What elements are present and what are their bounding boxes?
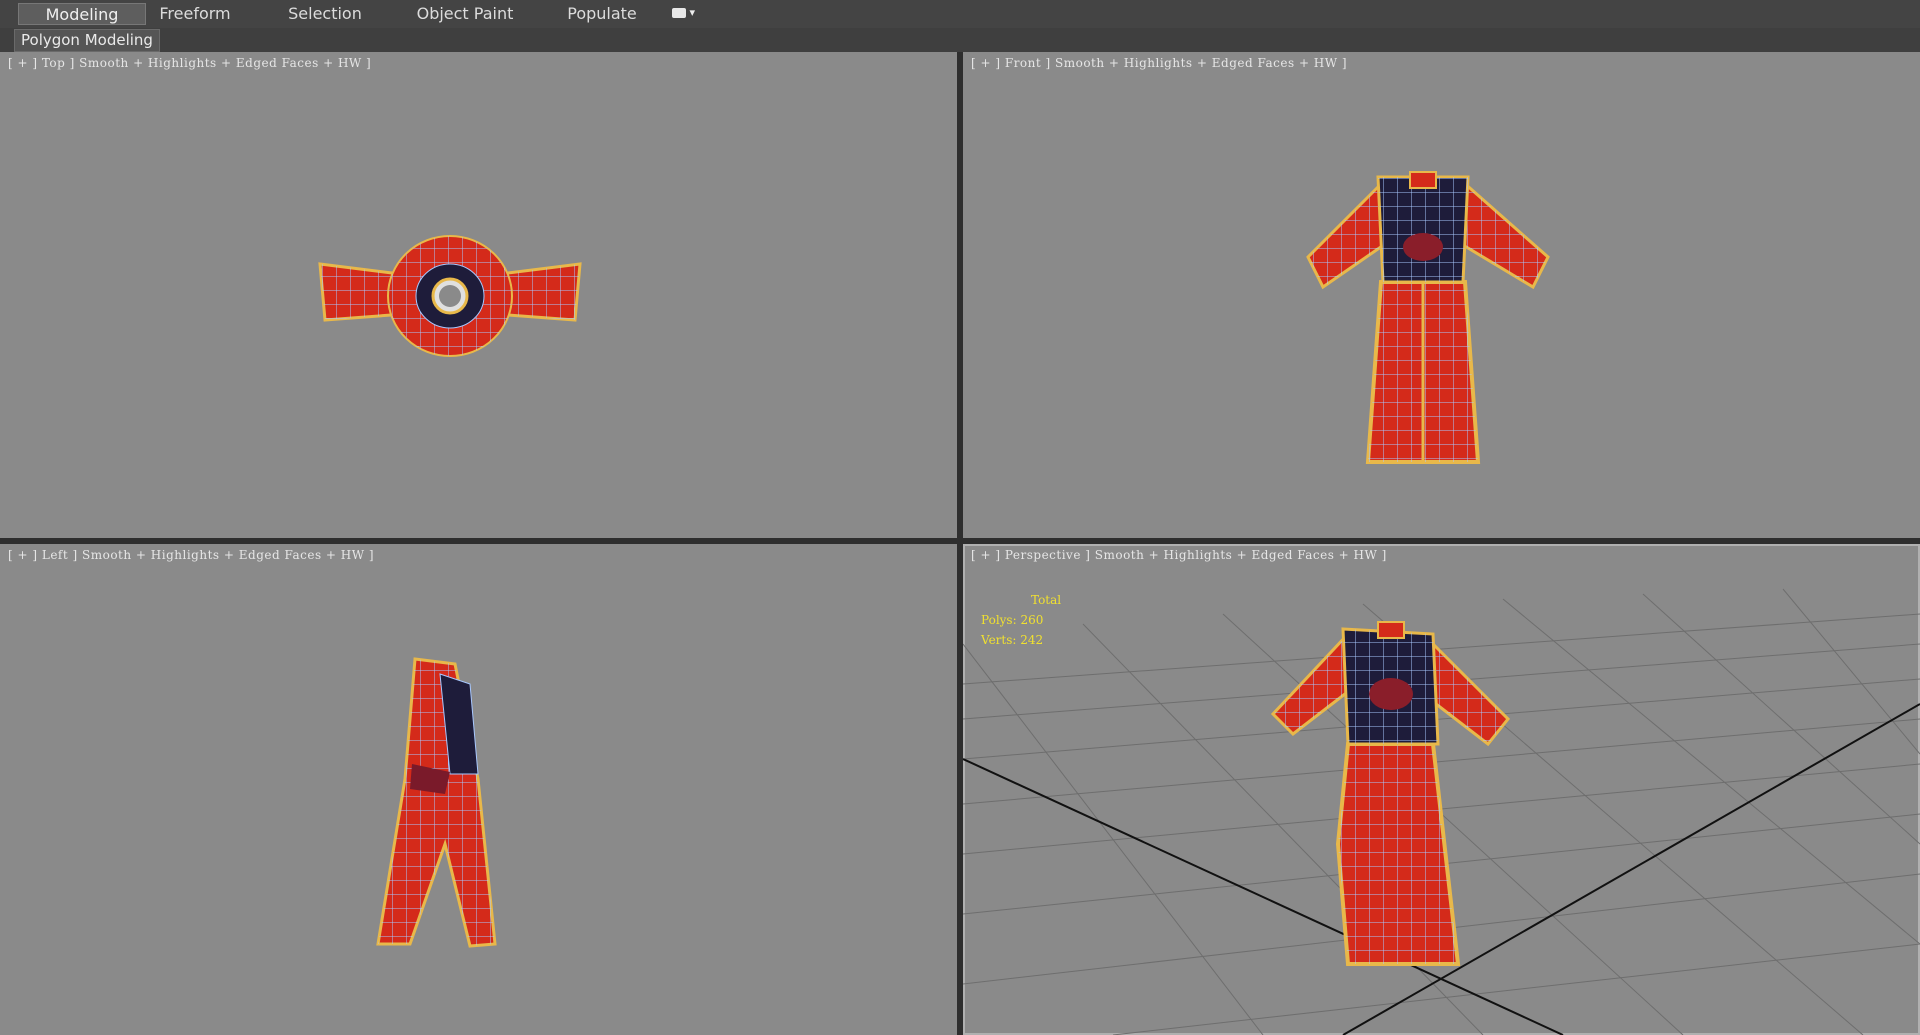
tab-modeling[interactable]: Modeling <box>18 3 146 25</box>
perspective-robe-model <box>1270 621 1511 966</box>
viewport-layout: [ + ] Top ] Smooth + Highlights + Edged … <box>0 52 1920 1035</box>
front-view-robe-model <box>1306 171 1550 464</box>
viewport-perspective[interactable]: [ + ] Perspective ] Smooth + Highlights … <box>963 544 1920 1035</box>
perspective-grid-and-model <box>963 588 1920 1035</box>
grid-axis-x <box>963 758 1564 1035</box>
ribbon-minimize-toggle[interactable]: ▾ <box>672 6 706 22</box>
ribbon-toggle-icon <box>672 8 686 18</box>
chevron-down-icon: ▾ <box>689 6 696 19</box>
viewport-front[interactable]: [ + ] Front ] Smooth + Highlights + Edge… <box>963 52 1920 538</box>
viewport-left[interactable]: [ + ] Left ] Smooth + Highlights + Edged… <box>0 544 957 1035</box>
viewport-top[interactable]: [ + ] Top ] Smooth + Highlights + Edged … <box>0 52 957 538</box>
polygon-modeling-panel[interactable]: Polygon Modeling <box>14 29 160 52</box>
left-view-robe-model <box>376 657 497 948</box>
tab-selection[interactable]: Selection <box>280 3 370 25</box>
tab-object-paint[interactable]: Object Paint <box>410 3 520 25</box>
top-view-robe-model <box>318 235 582 357</box>
ribbon-tab-bar: Modeling Freeform Selection Object Paint… <box>0 0 1920 29</box>
tab-populate[interactable]: Populate <box>560 3 644 25</box>
ribbon-panel-bar: Polygon Modeling <box>0 28 1920 54</box>
tab-freeform[interactable]: Freeform <box>150 3 240 25</box>
